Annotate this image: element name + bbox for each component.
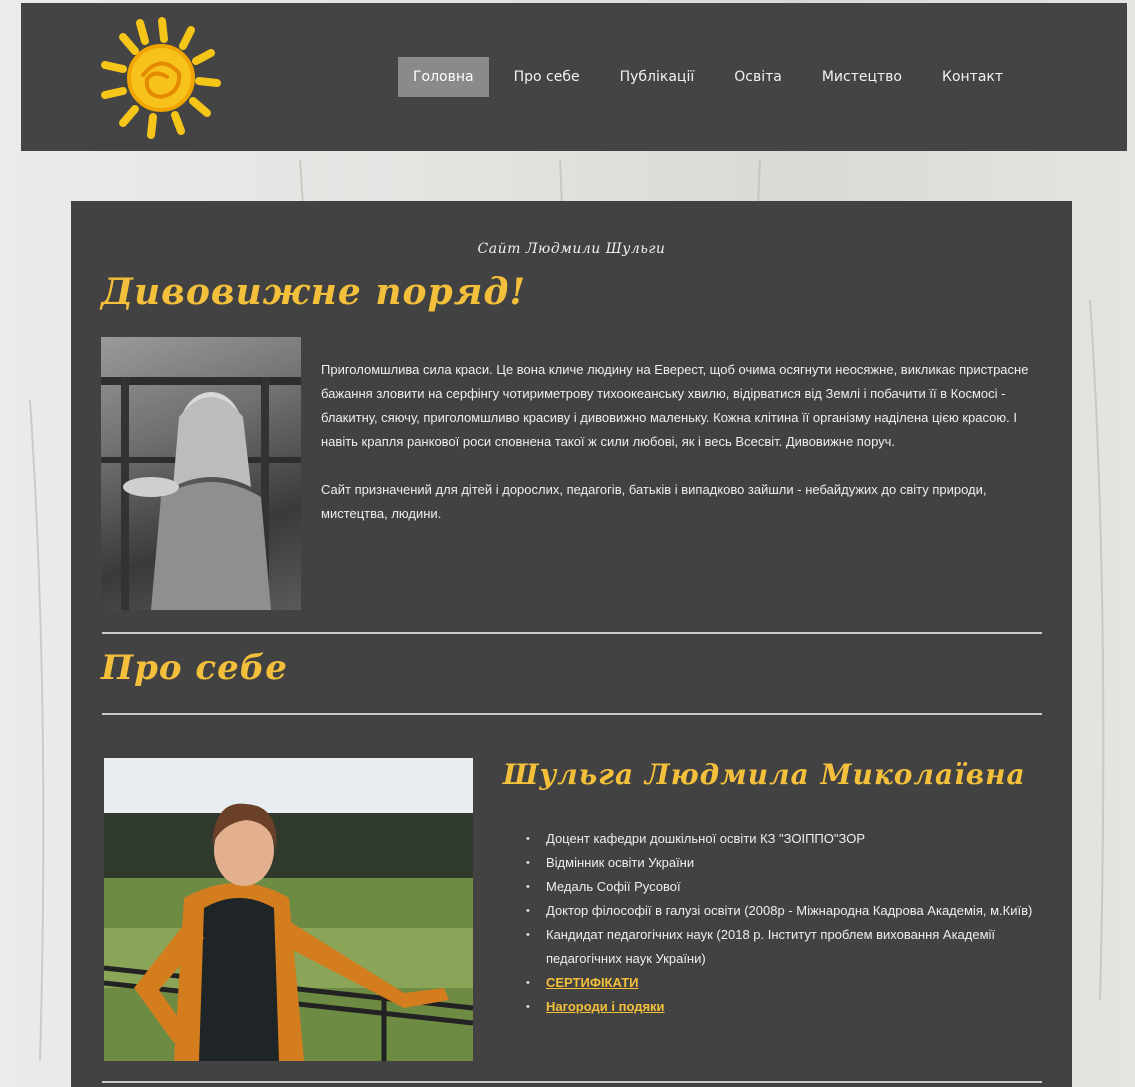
list-item: Кандидат педагогічних наук (2018 р. Інст… — [526, 923, 1046, 971]
list-item-link: СЕРТИФІКАТИ — [526, 971, 1046, 995]
section-heading-about: Про себе — [101, 648, 288, 688]
list-item: Медаль Софії Русової — [526, 875, 1046, 899]
divider — [102, 632, 1042, 634]
site-header: Головна Про себе Публікації Освіта Мисте… — [21, 3, 1127, 151]
certificates-link[interactable]: СЕРТИФІКАТИ — [546, 975, 639, 990]
nav-item-contact[interactable]: Контакт — [927, 57, 1018, 97]
girl-photo — [101, 337, 301, 610]
nav-item-education[interactable]: Освіта — [719, 57, 797, 97]
divider — [102, 1081, 1042, 1083]
intro-paragraph-2: Сайт призначений для дітей і дорослих, п… — [321, 482, 987, 521]
list-item-link: Нагороди і подяки — [526, 995, 1046, 1019]
site-tagline: Сайт Людмили Шульги — [477, 241, 666, 257]
bio-list: Доцент кафедри дошкільної освіти КЗ "ЗОІ… — [526, 827, 1046, 1019]
main-nav: Головна Про себе Публікації Освіта Мисте… — [398, 57, 1028, 97]
intro-paragraph-1: Приголомшлива сила краси. Це вона кличе … — [321, 362, 1029, 449]
person-name: Шульга Людмила Миколаївна — [503, 758, 1026, 791]
nav-item-art[interactable]: Мистецтво — [807, 57, 917, 97]
list-item: Відмінник освіти України — [526, 851, 1046, 875]
list-item: Доцент кафедри дошкільної освіти КЗ "ЗОІ… — [526, 827, 1046, 851]
awards-link[interactable]: Нагороди і подяки — [546, 999, 665, 1014]
sun-logo-icon[interactable] — [93, 13, 231, 143]
nav-item-about[interactable]: Про себе — [499, 57, 595, 97]
section-heading-wonderful: Дивовижне поряд! — [101, 271, 527, 313]
divider — [102, 713, 1042, 715]
intro-text: Приголомшлива сила краси. Це вона кличе … — [321, 358, 1041, 550]
nav-item-publications[interactable]: Публікації — [605, 57, 710, 97]
portrait-photo — [104, 758, 473, 1061]
list-item: Доктор філософії в галузі освіти (2008р … — [526, 899, 1046, 923]
nav-item-home[interactable]: Головна — [398, 57, 489, 97]
main-content: Сайт Людмили Шульги Дивовижне поряд! При… — [71, 201, 1072, 1087]
